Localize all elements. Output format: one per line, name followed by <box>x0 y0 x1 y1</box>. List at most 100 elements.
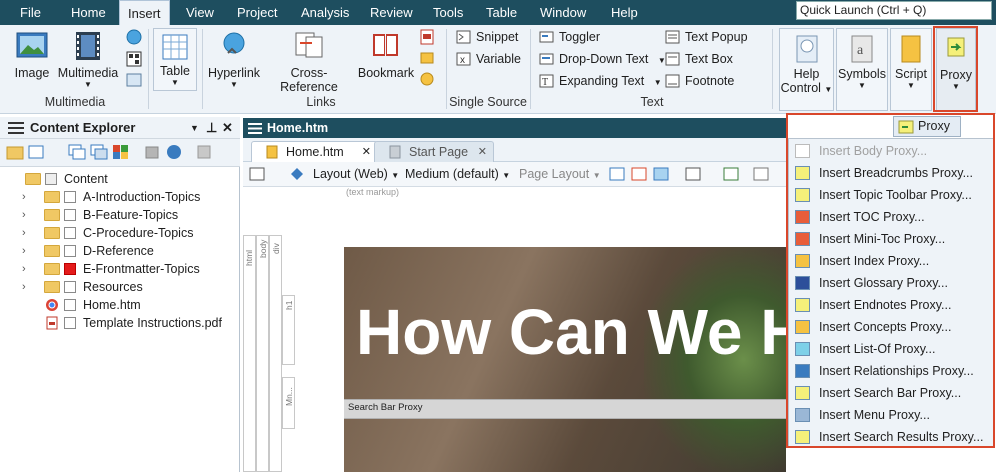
chevron-right-icon[interactable]: › <box>22 242 26 260</box>
tree-row-b-feature[interactable]: › B-Feature-Topics <box>0 206 236 224</box>
menu-item-search-bar-proxy[interactable]: Insert Search Bar Proxy... <box>789 382 993 404</box>
chevron-right-icon[interactable]: › <box>22 278 26 296</box>
symbols-button[interactable]: a Symbols ▼ <box>836 28 888 111</box>
pin-icon[interactable]: ⊥ <box>206 117 217 139</box>
proxy-button[interactable]: Proxy ▼ <box>936 28 976 111</box>
table-button[interactable]: Table ▼ <box>153 28 197 91</box>
checkbox[interactable] <box>64 191 76 203</box>
email-link-icon[interactable] <box>420 50 434 66</box>
tree-row-resources[interactable]: › Resources <box>0 278 236 296</box>
tree-row-d-reference[interactable]: › D-Reference <box>0 242 236 260</box>
tab-home-htm[interactable]: Home.htm ✕ <box>251 141 378 162</box>
menu-help[interactable]: Help <box>603 0 646 25</box>
menu-item-list-of-proxy[interactable]: Insert List-Of Proxy... <box>789 338 993 360</box>
menu-item-topic-toolbar-proxy[interactable]: Insert Topic Toolbar Proxy... <box>789 184 993 206</box>
excel-icon[interactable] <box>723 167 739 181</box>
variable-button[interactable]: x Variable <box>454 49 521 69</box>
cross-link-icon[interactable] <box>685 167 701 181</box>
page-layout-select[interactable]: Page Layout ▼ <box>519 167 601 181</box>
colors-icon[interactable] <box>112 144 130 160</box>
structure-bar-h1[interactable]: h1 <box>282 295 295 365</box>
cube-icon[interactable] <box>144 144 162 160</box>
structure-bar-body[interactable]: body <box>256 235 269 472</box>
checkbox[interactable] <box>64 299 76 311</box>
hyperlink-button[interactable]: Hyperlink ▼ <box>206 31 262 89</box>
folder-icon[interactable] <box>6 144 24 160</box>
tree-row-home-htm[interactable]: Home.htm <box>0 296 236 314</box>
tree-row-c-procedure[interactable]: › C-Procedure-Topics <box>0 224 236 242</box>
medium-select[interactable]: Medium (default) ▼ <box>405 167 510 181</box>
close-icon[interactable]: ✕ <box>478 142 487 162</box>
chevron-right-icon[interactable]: › <box>22 260 26 278</box>
menu-item-menu-proxy[interactable]: Insert Menu Proxy... <box>789 404 993 426</box>
link-icon[interactable] <box>631 167 647 181</box>
chevron-right-icon[interactable]: › <box>22 188 26 206</box>
hero-title[interactable]: How Can We H <box>356 295 786 369</box>
menu-view[interactable]: View <box>178 0 222 25</box>
copy-icon[interactable] <box>90 144 108 160</box>
menu-item-search-results-proxy[interactable]: Insert Search Results Proxy... <box>789 426 993 448</box>
menu-item-endnotes-proxy[interactable]: Insert Endnotes Proxy... <box>789 294 993 316</box>
text-box-button[interactable]: Text Box <box>663 49 733 69</box>
close-icon[interactable]: ✕ <box>362 142 371 162</box>
hamburger-icon[interactable] <box>248 123 262 134</box>
structure-bar-html[interactable]: html <box>243 235 256 472</box>
text-popup-button[interactable]: Text Popup <box>663 27 748 47</box>
font-icon[interactable] <box>753 167 769 181</box>
menu-tools[interactable]: Tools <box>425 0 471 25</box>
menu-analysis[interactable]: Analysis <box>293 0 357 25</box>
dropdown-text-button[interactable]: Drop-Down Text ▼ <box>537 49 666 69</box>
checkbox[interactable] <box>64 317 76 329</box>
new-window-icon[interactable] <box>68 144 86 160</box>
close-icon[interactable]: ✕ <box>222 117 233 139</box>
checkbox[interactable] <box>64 227 76 239</box>
menu-table[interactable]: Table <box>478 0 525 25</box>
menu-item-relationships-proxy[interactable]: Insert Relationships Proxy... <box>789 360 993 382</box>
sync-icon[interactable] <box>166 144 184 160</box>
tab-start-page[interactable]: Start Page ✕ <box>374 141 494 162</box>
globe-icon[interactable] <box>126 29 142 45</box>
chevron-right-icon[interactable]: › <box>22 224 26 242</box>
menu-item-index-proxy[interactable]: Insert Index Proxy... <box>789 250 993 272</box>
script-button[interactable]: Script ▼ <box>890 28 932 111</box>
tree-row-template-pdf[interactable]: Template Instructions.pdf <box>0 314 236 332</box>
toggler-button[interactable]: Toggler <box>537 27 600 47</box>
status-red-checkbox[interactable] <box>64 263 76 275</box>
snippet-button[interactable]: Snippet <box>454 27 518 47</box>
footnote-button[interactable]: Footnote <box>663 71 734 91</box>
search-bar-proxy[interactable]: Search Bar Proxy <box>344 399 786 419</box>
multimedia-button[interactable]: Multimedia ▼ <box>56 31 120 89</box>
menu-file[interactable]: File <box>12 0 49 25</box>
bookmark-button[interactable]: Bookmark <box>356 31 416 80</box>
chevron-right-icon[interactable]: › <box>22 206 26 224</box>
menu-item-glossary-proxy[interactable]: Insert Glossary Proxy... <box>789 272 993 294</box>
tree-row-content[interactable]: Content <box>0 170 236 188</box>
checkbox[interactable] <box>64 245 76 257</box>
expanding-text-button[interactable]: T Expanding Text ▼ <box>537 71 662 91</box>
checkbox[interactable] <box>45 173 57 185</box>
menu-item-mini-toc-proxy[interactable]: Insert Mini-Toc Proxy... <box>789 228 993 250</box>
quick-launch-input[interactable]: Quick Launch (Ctrl + Q) <box>796 1 992 20</box>
tree-row-e-frontmatter[interactable]: › E-Frontmatter-Topics <box>0 260 236 278</box>
checkbox[interactable] <box>64 281 76 293</box>
preview-icon[interactable] <box>609 167 625 181</box>
qr-code-icon[interactable] <box>126 51 142 67</box>
picture-icon[interactable] <box>653 167 669 181</box>
tree-row-a-introduction[interactable]: › A-Introduction-Topics <box>0 188 236 206</box>
zoom-icon[interactable] <box>249 167 267 181</box>
menu-review[interactable]: Review <box>362 0 421 25</box>
view-icon[interactable] <box>28 144 46 160</box>
image-button[interactable]: Image <box>8 31 56 80</box>
menu-window[interactable]: Window <box>532 0 594 25</box>
structure-bar-mn[interactable]: Mn... <box>282 377 295 429</box>
properties-icon[interactable] <box>196 144 214 160</box>
menu-insert[interactable]: Insert <box>119 0 170 25</box>
tag-icon[interactable] <box>289 167 305 181</box>
menu-project[interactable]: Project <box>229 0 285 25</box>
equation-icon[interactable] <box>126 73 142 87</box>
cross-reference-button[interactable]: Cross-Reference <box>264 31 354 94</box>
layout-select[interactable]: Layout (Web) ▼ <box>313 167 399 181</box>
menu-item-concepts-proxy[interactable]: Insert Concepts Proxy... <box>789 316 993 338</box>
info-link-icon[interactable] <box>420 71 434 87</box>
proxy-dropdown-button[interactable]: Proxy ▼ <box>893 116 961 151</box>
